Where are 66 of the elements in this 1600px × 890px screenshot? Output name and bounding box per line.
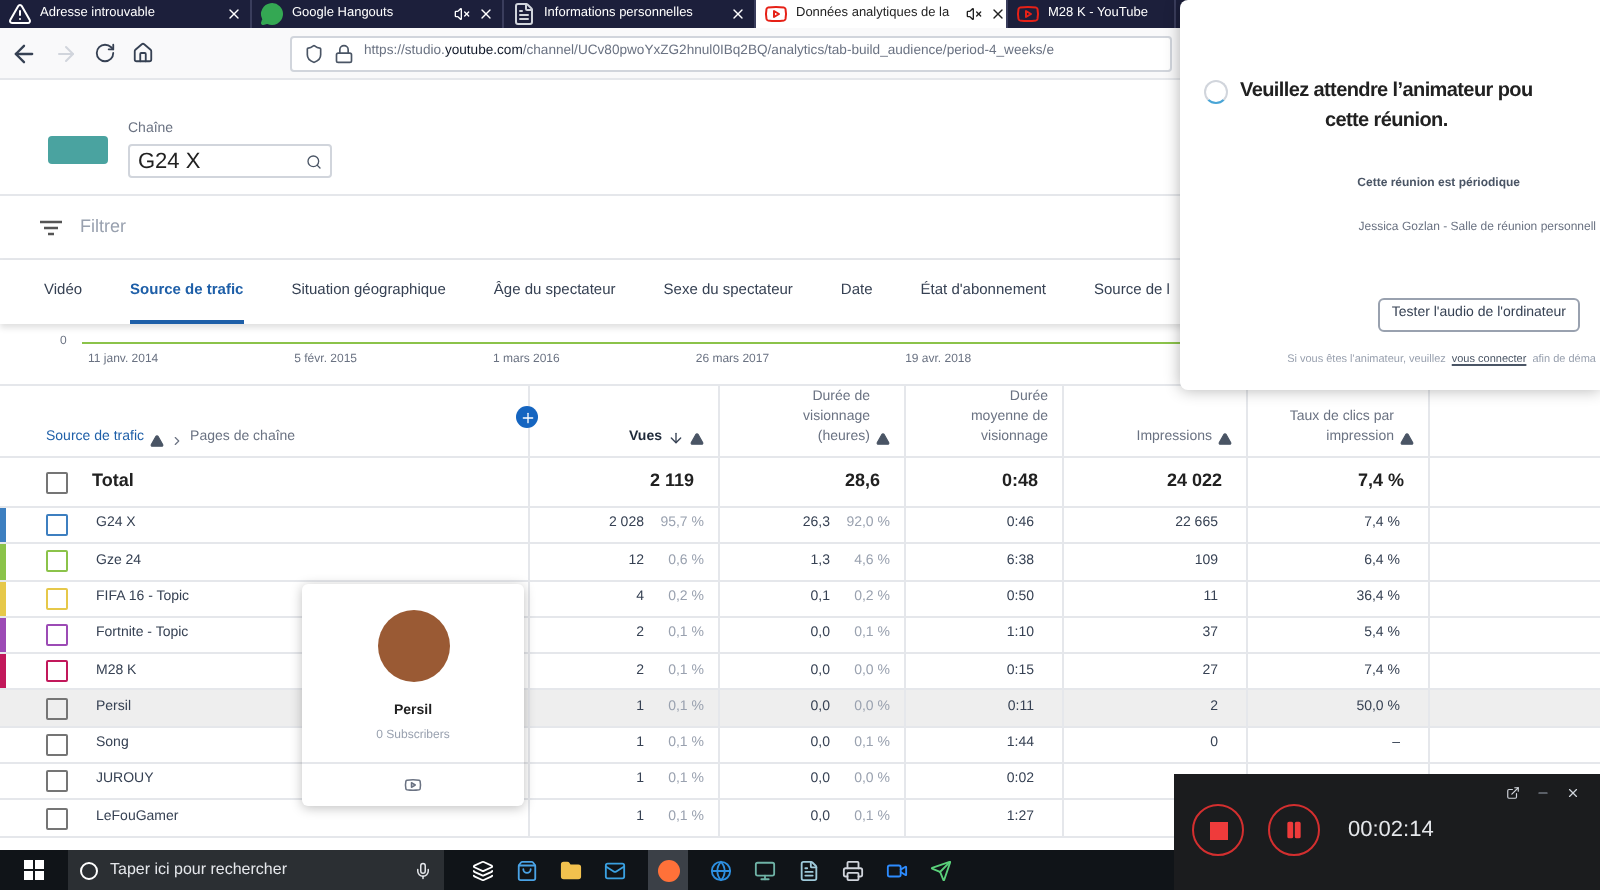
- checkbox[interactable]: [46, 733, 68, 756]
- back-icon[interactable]: [10, 39, 38, 67]
- checkbox[interactable]: [46, 471, 68, 493]
- add-column-button[interactable]: [516, 406, 538, 428]
- close-icon[interactable]: [1566, 786, 1580, 800]
- windows-logo-icon[interactable]: [24, 860, 44, 880]
- browser-app-icon[interactable]: [648, 850, 688, 890]
- mic-icon[interactable]: [414, 861, 432, 879]
- spinner-icon: [1204, 80, 1228, 104]
- monitor-icon[interactable]: [754, 859, 776, 881]
- stop-button[interactable]: [1192, 804, 1244, 856]
- warning-icon: [8, 2, 32, 26]
- mail-icon[interactable]: [604, 859, 626, 881]
- warning-icon: [150, 434, 165, 448]
- muted-icon[interactable]: [454, 6, 470, 22]
- task-view-icon[interactable]: [472, 859, 494, 881]
- checkbox[interactable]: [46, 550, 68, 573]
- shield-icon: [304, 43, 324, 63]
- table-cell-text: 7,4 %: [1357, 468, 1404, 495]
- meeting-title: Veuillez attendre l’animateur pou: [1240, 78, 1533, 106]
- checkbox[interactable]: [46, 770, 68, 793]
- warning-icon: [1400, 432, 1414, 446]
- checkbox[interactable]: [46, 660, 68, 683]
- document-icon[interactable]: [798, 859, 820, 881]
- table-cell-text: 24 022: [1166, 468, 1222, 495]
- lock-icon: [334, 43, 354, 63]
- warning-icon: [1218, 432, 1232, 446]
- filter-icon[interactable]: [40, 219, 62, 235]
- minimize-icon[interactable]: [1536, 786, 1550, 800]
- checkbox[interactable]: [46, 624, 68, 647]
- table-cell-text: 2 119: [649, 468, 694, 495]
- external-link-icon[interactable]: [1506, 786, 1520, 800]
- channel-field[interactable]: G24 X: [128, 144, 332, 179]
- table-cell-text: 28,6: [844, 468, 880, 495]
- arrow-app-icon[interactable]: [930, 859, 952, 881]
- play-icon: [764, 2, 788, 26]
- chevron-icon: [170, 434, 185, 448]
- document-icon: [512, 2, 536, 26]
- close-icon[interactable]: [989, 6, 1006, 22]
- folder-icon[interactable]: [560, 859, 582, 881]
- muted-icon[interactable]: [965, 6, 982, 22]
- search-field[interactable]: Taper ici pour rechercher: [68, 850, 444, 890]
- channel-thumbnail: [48, 135, 108, 163]
- plus-icon: [519, 409, 535, 425]
- video-camera-icon[interactable]: [886, 859, 908, 881]
- warning-icon: [690, 432, 704, 446]
- home-icon[interactable]: [132, 42, 154, 64]
- shopping-bag-icon[interactable]: [516, 859, 538, 881]
- checkbox[interactable]: [46, 807, 68, 830]
- pause-icon: [1284, 820, 1304, 840]
- video-play-icon[interactable]: [404, 776, 422, 794]
- chat-bubble-icon: [260, 2, 284, 26]
- reload-icon[interactable]: [94, 42, 116, 64]
- checkbox[interactable]: [46, 697, 68, 720]
- play-icon: [1016, 2, 1040, 26]
- sort-arrow-icon[interactable]: [668, 430, 684, 446]
- printer-icon[interactable]: [842, 859, 864, 881]
- meeting-title: cette réunion.: [1324, 108, 1448, 136]
- warning-icon: [876, 432, 890, 446]
- table-cell-text: Total: [92, 468, 134, 495]
- checkbox[interactable]: [46, 514, 68, 537]
- globe-icon[interactable]: [710, 859, 732, 881]
- table-cell-text: 0:48: [1001, 468, 1038, 495]
- pause-button[interactable]: [1268, 804, 1320, 856]
- search-icon[interactable]: [306, 153, 322, 170]
- stop-icon: [1209, 821, 1227, 839]
